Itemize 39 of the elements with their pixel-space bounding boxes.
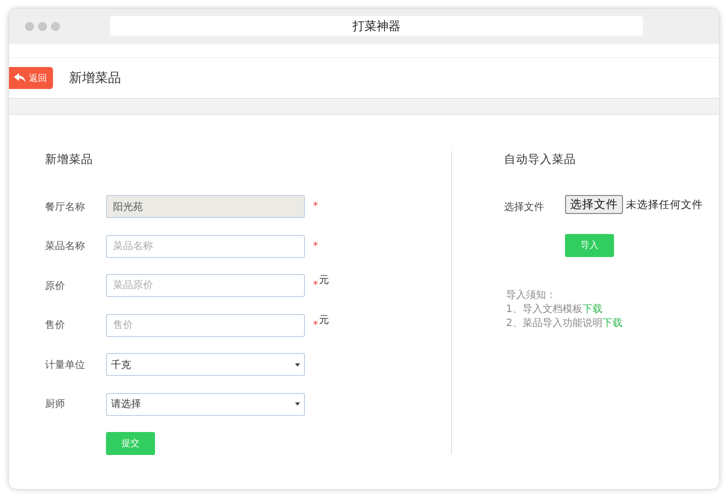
note-text: 1、导入文档模板下载	[506, 303, 604, 317]
section-title: 新增菜品	[45, 151, 94, 167]
window-control-dot[interactable]	[51, 22, 60, 31]
field-label: 售价	[45, 319, 66, 332]
dropdown[interactable]: 请选择	[106, 392, 305, 416]
caret-icon	[295, 362, 300, 366]
field-label: 餐厅名称	[45, 200, 86, 214]
field-label: 原价	[45, 280, 66, 292]
notes-title: 导入须知：	[506, 289, 557, 303]
input-field[interactable]: 菜品原价	[106, 274, 305, 297]
input-field[interactable]: 售价	[106, 314, 305, 336]
back-button[interactable]: 返回	[9, 67, 53, 89]
input-field[interactable]: 菜品名称	[106, 234, 305, 258]
dropdown[interactable]: 千克	[106, 353, 305, 376]
field-label: 计量单位	[45, 358, 86, 372]
caret-icon	[295, 402, 300, 406]
download-link[interactable]: 下载	[582, 304, 602, 315]
window-control-dot[interactable]	[38, 22, 47, 31]
download-link[interactable]: 下载	[602, 318, 622, 329]
file-status: 未选择任何文件	[626, 198, 703, 212]
window-control-dot[interactable]	[25, 22, 34, 31]
required-mark: *	[313, 279, 318, 293]
page-title: 新增菜品	[69, 70, 121, 87]
section-title: 自动导入菜品	[504, 151, 577, 167]
reply-arrow-icon	[14, 73, 26, 83]
unit-label: 元	[319, 314, 329, 328]
note-text: 2、菜品导入功能说明下载	[506, 317, 624, 331]
field-label: 菜品名称	[45, 240, 86, 253]
field-label: 选择文件	[504, 200, 545, 214]
field-label: 厨师	[45, 398, 66, 411]
required-mark: *	[313, 240, 318, 254]
input-field[interactable]: 阳光苑	[106, 195, 305, 218]
required-mark: *	[313, 318, 318, 332]
choose-file-button[interactable]: 选择文件	[565, 195, 623, 214]
import-button[interactable]: 导入	[565, 234, 614, 257]
submit-button[interactable]: 提交	[106, 432, 155, 455]
required-mark: *	[313, 200, 318, 214]
window-title: 打菜神器	[110, 16, 643, 36]
unit-label: 元	[319, 274, 329, 288]
